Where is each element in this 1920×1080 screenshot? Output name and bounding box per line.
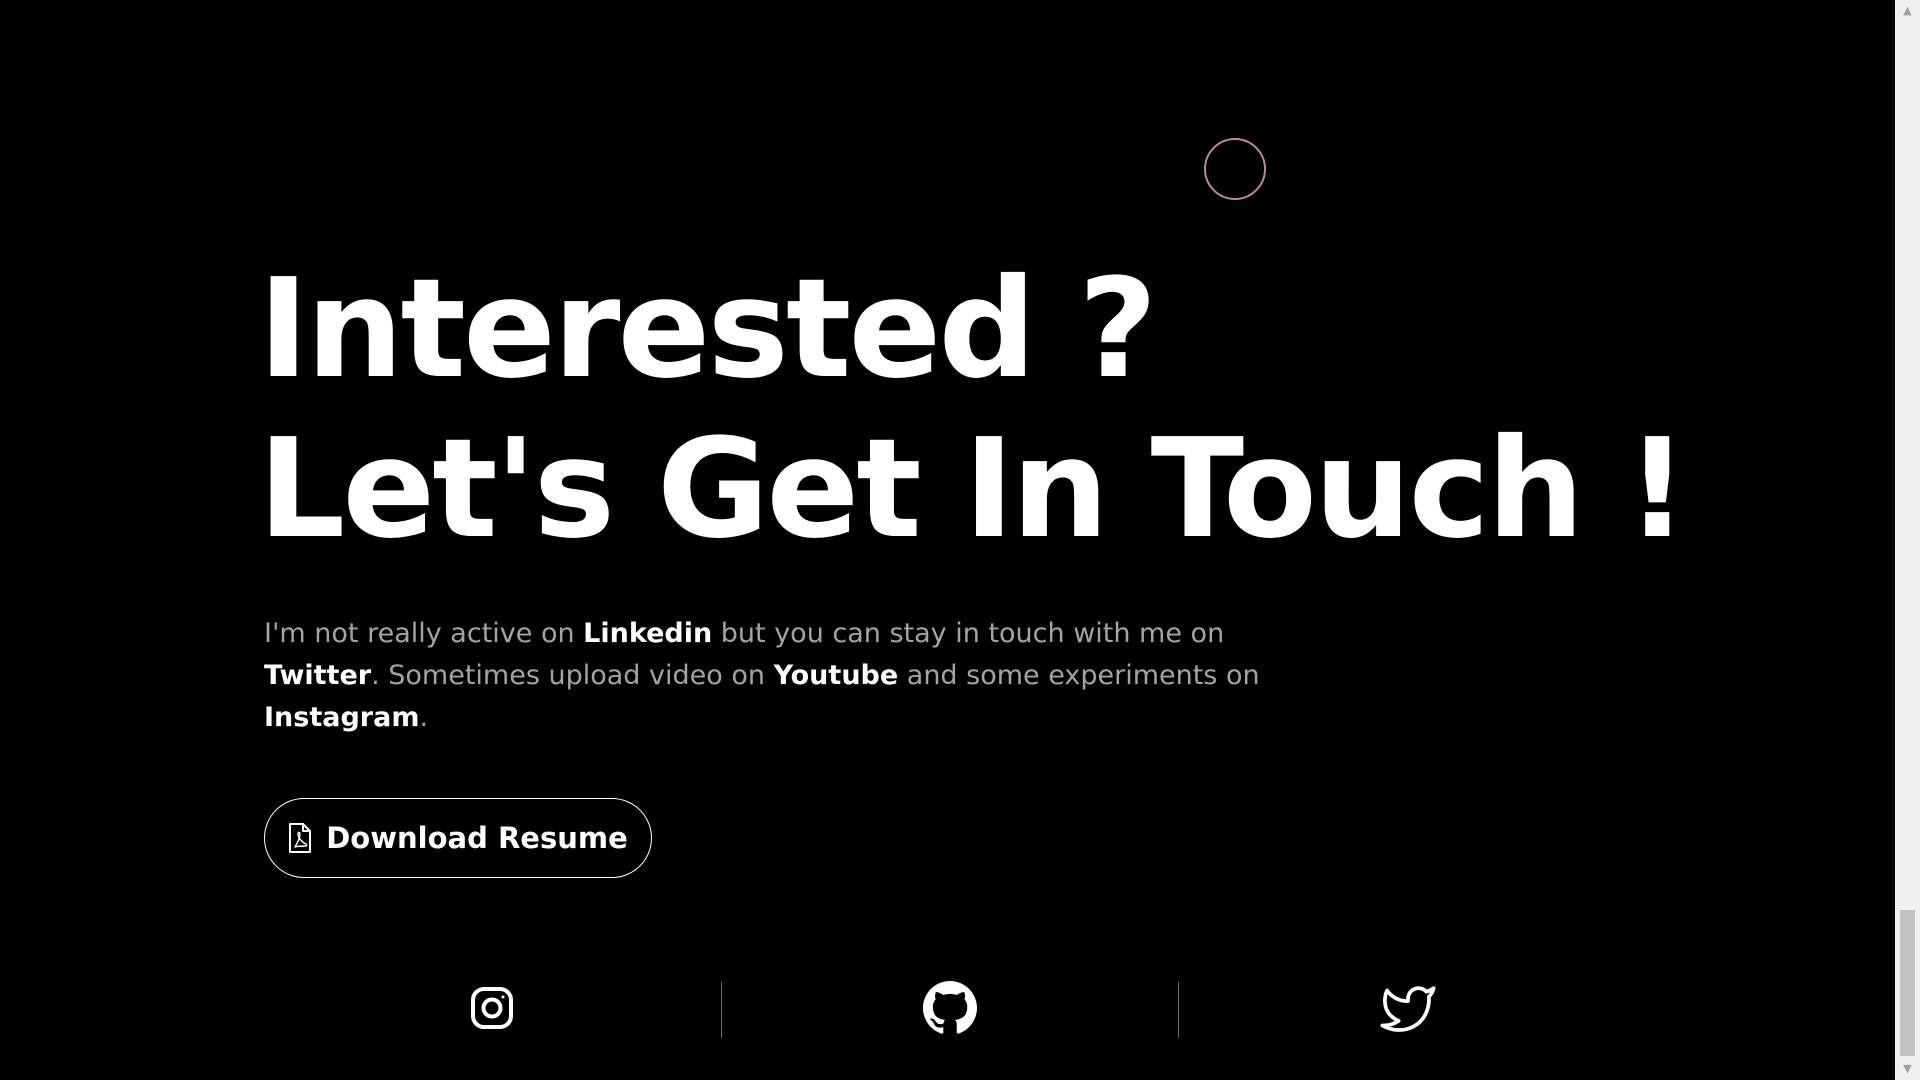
- bio-text: . Sometimes upload video on: [371, 660, 774, 691]
- page-headline: Interested ? Let's Get In Touch !: [258, 250, 1688, 570]
- instagram-link[interactable]: Instagram: [264, 702, 419, 733]
- twitter-icon: [1380, 984, 1436, 1037]
- headline-line-1: Interested ?: [258, 250, 1158, 409]
- download-resume-label: Download Resume: [326, 821, 628, 855]
- bio-text: .: [419, 702, 429, 733]
- cursor-ring: [1204, 138, 1266, 200]
- page-viewport: Interested ? Let's Get In Touch ! I'm no…: [0, 0, 1895, 1080]
- pdf-file-icon: [288, 822, 312, 854]
- instagram-social-link[interactable]: [264, 980, 721, 1040]
- bio-text: I'm not really active on: [264, 618, 584, 649]
- headline-line-2: Let's Get In Touch !: [258, 410, 1688, 569]
- download-resume-button[interactable]: Download Resume: [264, 798, 652, 878]
- social-links: [264, 980, 1636, 1040]
- bio-text: but you can stay in touch with me on: [712, 618, 1225, 649]
- instagram-icon: [470, 986, 514, 1035]
- twitter-social-link[interactable]: [1179, 980, 1636, 1040]
- github-social-link[interactable]: [722, 980, 1179, 1040]
- scrollbar-thumb[interactable]: [1900, 910, 1915, 1056]
- scroll-down-arrow-icon[interactable]: ▼: [1895, 1058, 1920, 1080]
- twitter-link[interactable]: Twitter: [264, 660, 371, 691]
- vertical-scrollbar[interactable]: ▲ ▼: [1895, 0, 1920, 1080]
- scroll-up-arrow-icon[interactable]: ▲: [1895, 0, 1920, 22]
- linkedin-link[interactable]: Linkedin: [583, 618, 712, 649]
- github-icon: [923, 980, 977, 1040]
- contact-paragraph: I'm not really active on Linkedin but yo…: [264, 613, 1264, 739]
- youtube-link[interactable]: Youtube: [774, 660, 899, 691]
- bio-text: and some experiments on: [898, 660, 1260, 691]
